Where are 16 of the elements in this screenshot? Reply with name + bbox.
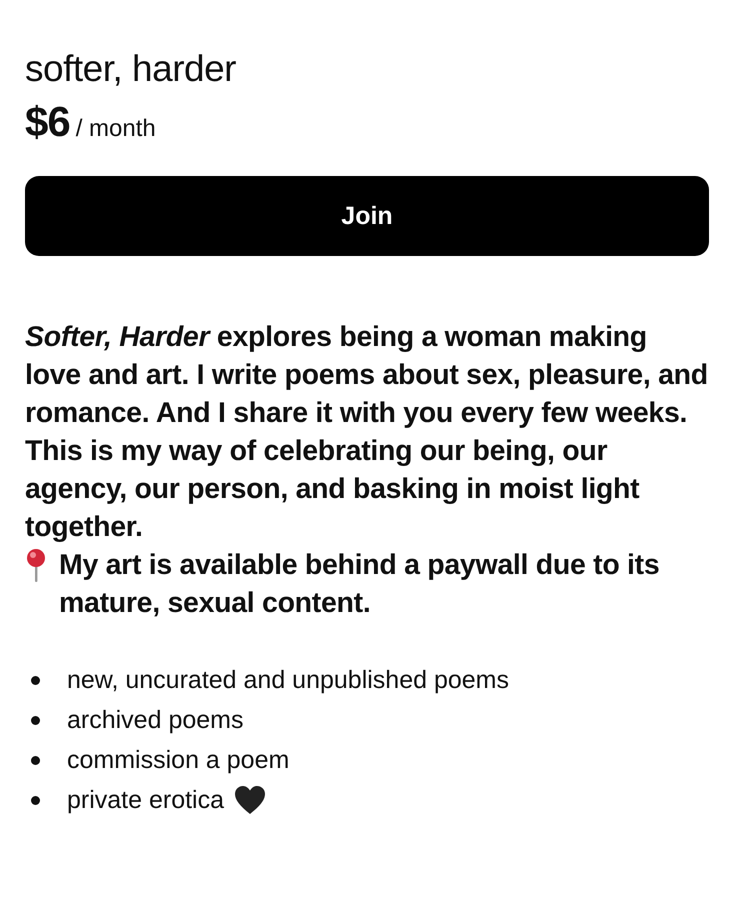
bullet-icon: [31, 756, 40, 764]
bullet-icon: [31, 716, 40, 724]
bullet-icon: [31, 676, 40, 684]
join-button[interactable]: Join: [25, 176, 709, 256]
description-text: Softer, Harder explores being a woman making love and art. I write poems about sex, pleasure, and romance. And I share it with you every few weeks. This is my way of celebrating our being, our agency, our person, and basking in moist light together.: [25, 321, 708, 543]
description-text: My art is available behind a paywall due to its mature, sexual content.: [59, 548, 660, 621]
benefit-text: archived poems: [67, 706, 244, 734]
benefit-text: new, uncurated and unpublished poems: [67, 666, 509, 694]
pushpin-icon: [25, 548, 47, 582]
heart-icon: [234, 785, 266, 815]
benefit-text: commission a poem: [67, 746, 290, 774]
benefit-text: private erotica: [67, 786, 224, 814]
billing-period: / month: [76, 115, 156, 143]
tier-title: softer, harder: [25, 48, 238, 90]
price: $6: [25, 98, 70, 146]
bullet-icon: [31, 796, 40, 804]
